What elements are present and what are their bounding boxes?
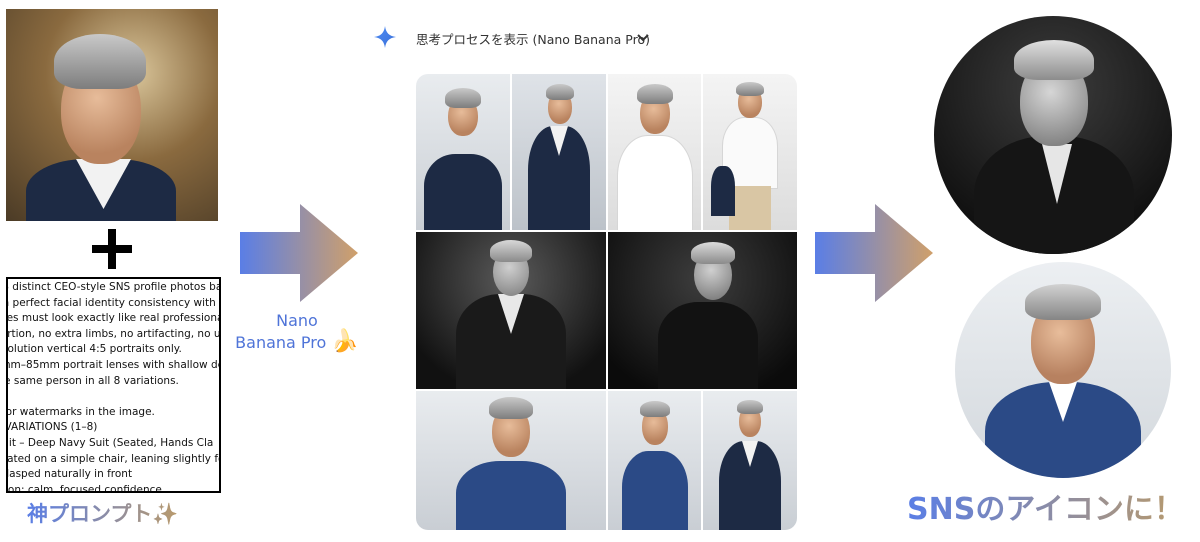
tool-label-line2: Banana Pro (235, 333, 327, 352)
grid-photo-6[interactable] (608, 232, 797, 389)
grid-photo-4[interactable] (703, 74, 797, 230)
prompt-line: Maintain perfect facial identity consist… (8, 296, 219, 309)
grid-photo-9[interactable] (703, 391, 797, 530)
tool-label: Nano Banana Pro 🍌 (232, 310, 362, 353)
chevron-down-icon (637, 34, 649, 42)
prompt-line: Expression: calm, focused confidence (7, 483, 162, 493)
prompt-line: Use 50mm–85mm portrait lenses with shall… (8, 358, 219, 371)
banana-icon: 🍌 (331, 329, 359, 354)
tool-label-line1: Nano (276, 311, 318, 330)
grid-photo-3[interactable] (608, 74, 701, 230)
grid-photo-1[interactable] (416, 74, 510, 230)
prompt-line: High resolution vertical 4:5 portraits o… (7, 343, 182, 356)
grid-photo-2[interactable] (512, 74, 606, 230)
arrow-right-icon (813, 202, 935, 304)
prompt-line: Create 8 distinct CEO-style SNS profile … (8, 281, 219, 293)
prompt-caption: 神プロンプト✨ (27, 502, 179, 526)
plus-icon (92, 229, 132, 269)
arrow-right-icon (238, 202, 360, 304)
prompt-line: 1. Portrait – Deep Navy Suit (Seated, Ha… (8, 436, 214, 449)
prompt-line (8, 389, 219, 405)
grid-photo-7[interactable] (416, 391, 606, 530)
result-grid (416, 74, 797, 530)
grid-photo-5[interactable] (416, 232, 606, 389)
prompt-line: No text or watermarks in the image. (6, 405, 155, 418)
icon-result-color (955, 262, 1171, 478)
icon-result-monochrome (934, 16, 1172, 254)
prompt-line: No distortion, no extra limbs, no artifa… (7, 327, 221, 340)
source-photo (6, 9, 218, 221)
result-caption: SNSのアイコンに！ (907, 490, 1184, 530)
prompt-line: Hands clasped naturally in front (6, 468, 133, 481)
sparkle-icon (374, 26, 396, 48)
thought-process-label: 思考プロセスを表示 (Nano Banana Pro) (416, 32, 650, 47)
prompt-box: Create 8 distinct CEO-style SNS profile … (6, 277, 221, 493)
grid-photo-8[interactable] (608, 391, 701, 530)
thought-process-toggle[interactable]: 思考プロセスを表示 (Nano Banana Pro) (374, 24, 664, 52)
prompt-line: All images must look exactly like real p… (6, 312, 221, 325)
prompt-line: Pose: seated on a simple chair, leaning … (7, 452, 219, 465)
prompt-line: Keep the same person in all 8 variations… (8, 374, 179, 387)
prompt-line: PHOTO VARIATIONS (1–8) (6, 421, 98, 434)
